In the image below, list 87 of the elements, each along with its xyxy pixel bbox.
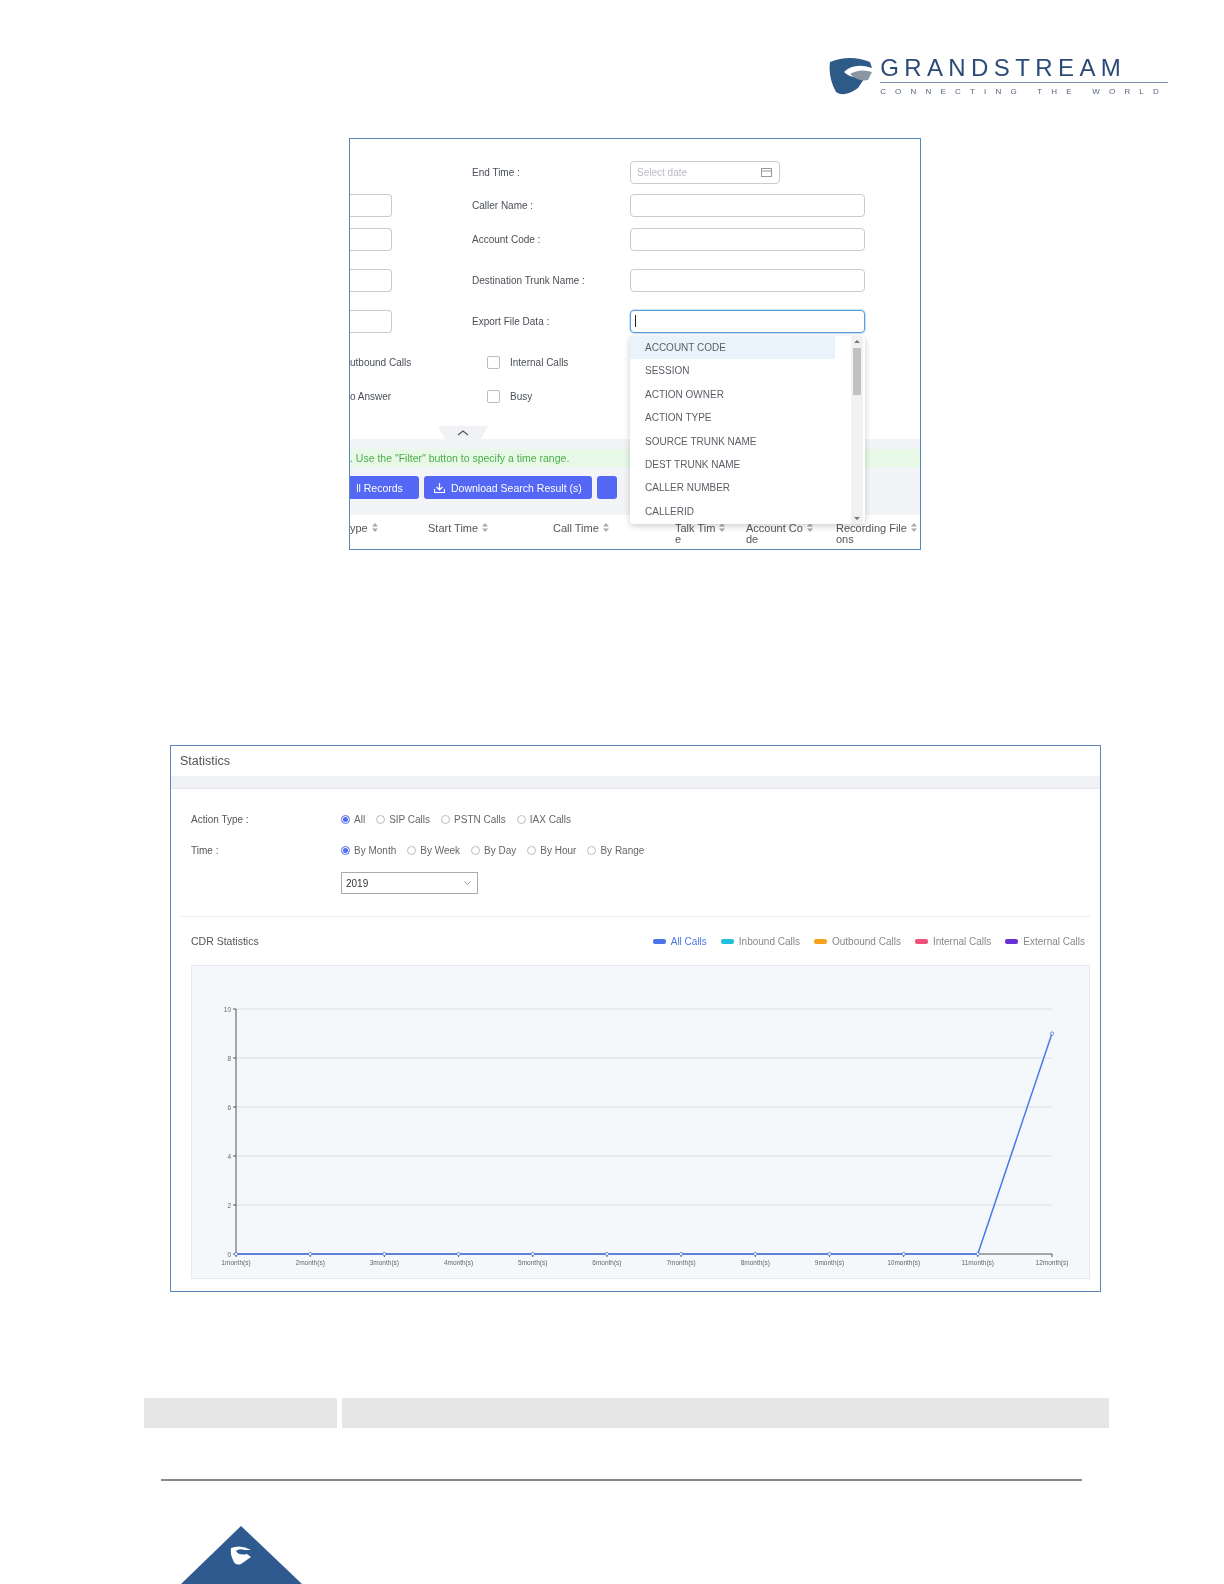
radio-button[interactable]: By Day xyxy=(471,845,517,856)
field-label: Action Type : xyxy=(190,814,250,825)
column-header[interactable]: Account Co de xyxy=(746,523,803,545)
chart-title: CDR Statistics xyxy=(191,935,259,947)
column-header[interactable]: Recording File ons xyxy=(836,523,907,545)
data-point xyxy=(975,1252,980,1256)
data-point xyxy=(604,1252,609,1256)
input-field[interactable] xyxy=(350,309,392,333)
radio-button[interactable]: By Hour xyxy=(527,845,577,856)
field-label: Destination Trunk Name : xyxy=(472,274,586,286)
data-point xyxy=(679,1252,684,1256)
sort-icon[interactable] xyxy=(482,523,489,532)
radio-button[interactable]: PSTN Calls xyxy=(441,814,506,825)
collapse-tab[interactable] xyxy=(438,426,488,439)
records-button[interactable]: ll Records xyxy=(350,476,419,499)
radio-button[interactable]: SIP Calls xyxy=(376,814,431,825)
checkbox-label: utbound Calls xyxy=(350,356,413,368)
column-header[interactable]: Talk Tim e xyxy=(675,523,716,545)
logo-name: GRANDSTREAM xyxy=(880,56,1128,80)
field-label: Caller Name : xyxy=(472,200,535,211)
footer-logo-icon xyxy=(181,1526,302,1584)
sort-icon[interactable] xyxy=(719,523,726,532)
input-field[interactable] xyxy=(350,194,392,217)
sort-icon[interactable] xyxy=(602,523,609,532)
radio-button[interactable]: By Month xyxy=(341,845,397,856)
sort-icon[interactable] xyxy=(806,523,813,532)
input-field[interactable] xyxy=(350,227,392,251)
input-field[interactable] xyxy=(630,227,865,251)
field-label: Export File Data : xyxy=(472,315,551,327)
legend-label[interactable]: All Calls xyxy=(670,935,707,947)
dropdown-item[interactable]: CALLERID xyxy=(630,499,835,524)
dropdown-item[interactable]: ACTION TYPE xyxy=(630,406,835,430)
legend-swatch[interactable] xyxy=(652,938,666,944)
field-label: Account Code : xyxy=(472,233,542,245)
legend-swatch[interactable] xyxy=(914,938,928,944)
legend-swatch[interactable] xyxy=(814,938,827,944)
field-label: Time : xyxy=(190,845,220,856)
checkbox[interactable] xyxy=(487,355,500,369)
data-point xyxy=(456,1252,461,1256)
radio-button[interactable]: By Range xyxy=(587,845,645,856)
column-header[interactable]: Call Time xyxy=(553,523,599,534)
data-point xyxy=(530,1252,535,1256)
radio-button[interactable]: IAX Calls xyxy=(516,814,571,825)
legend-label[interactable]: External Calls xyxy=(1023,935,1085,947)
dropdown-item[interactable]: ACCOUNT CODE xyxy=(630,336,835,360)
legend-label[interactable]: Outbound Calls xyxy=(832,935,901,947)
date-field[interactable]: Select date xyxy=(630,160,780,184)
legend-label[interactable]: Inbound Calls xyxy=(738,935,800,947)
data-point xyxy=(308,1252,313,1256)
swoosh-logo-icon xyxy=(828,56,875,96)
data-point xyxy=(901,1252,906,1256)
data-point xyxy=(1050,1031,1054,1036)
panel-title: Statistics xyxy=(179,753,231,770)
checkbox-label: o Answer xyxy=(350,390,393,402)
radio-button[interactable]: All xyxy=(341,814,366,825)
column-header[interactable]: ype xyxy=(350,523,368,534)
dropdown-item[interactable]: ACTION OWNER xyxy=(630,382,835,407)
legend-swatch[interactable] xyxy=(1005,938,1019,944)
input-field[interactable] xyxy=(630,194,865,217)
logo-tagline: CONNECTING THE WORLD xyxy=(880,82,1168,96)
data-point xyxy=(382,1252,387,1256)
button[interactable] xyxy=(596,476,617,499)
caret-icon xyxy=(464,881,471,885)
calendar-icon xyxy=(761,166,772,177)
dropdown-item[interactable]: SESSION xyxy=(630,359,835,383)
data-point xyxy=(753,1252,758,1256)
input-field[interactable] xyxy=(630,268,865,292)
download-button[interactable]: Download Search Result (s) xyxy=(424,476,592,499)
checkbox-label: Busy xyxy=(510,390,533,402)
radio-button[interactable]: By Week xyxy=(407,845,461,856)
column-header[interactable]: Start Time xyxy=(428,523,479,534)
download-icon xyxy=(434,482,445,493)
field-label: End Time : xyxy=(472,166,521,178)
year-select[interactable]: 2019 xyxy=(341,872,478,894)
chevron-up-icon xyxy=(457,429,469,436)
input-field[interactable] xyxy=(350,268,392,292)
sort-icon[interactable] xyxy=(371,523,378,532)
data-point xyxy=(827,1252,832,1256)
checkbox-label: Internal Calls xyxy=(510,356,569,368)
checkbox[interactable] xyxy=(487,389,500,403)
legend-swatch[interactable] xyxy=(720,938,734,944)
scrollbar[interactable] xyxy=(851,336,863,524)
input-field[interactable] xyxy=(630,309,865,333)
legend-label[interactable]: Internal Calls xyxy=(932,935,992,947)
dropdown-item[interactable]: CALLER NUMBER xyxy=(630,476,835,500)
data-point xyxy=(234,1252,238,1256)
sort-icon[interactable] xyxy=(910,523,917,532)
